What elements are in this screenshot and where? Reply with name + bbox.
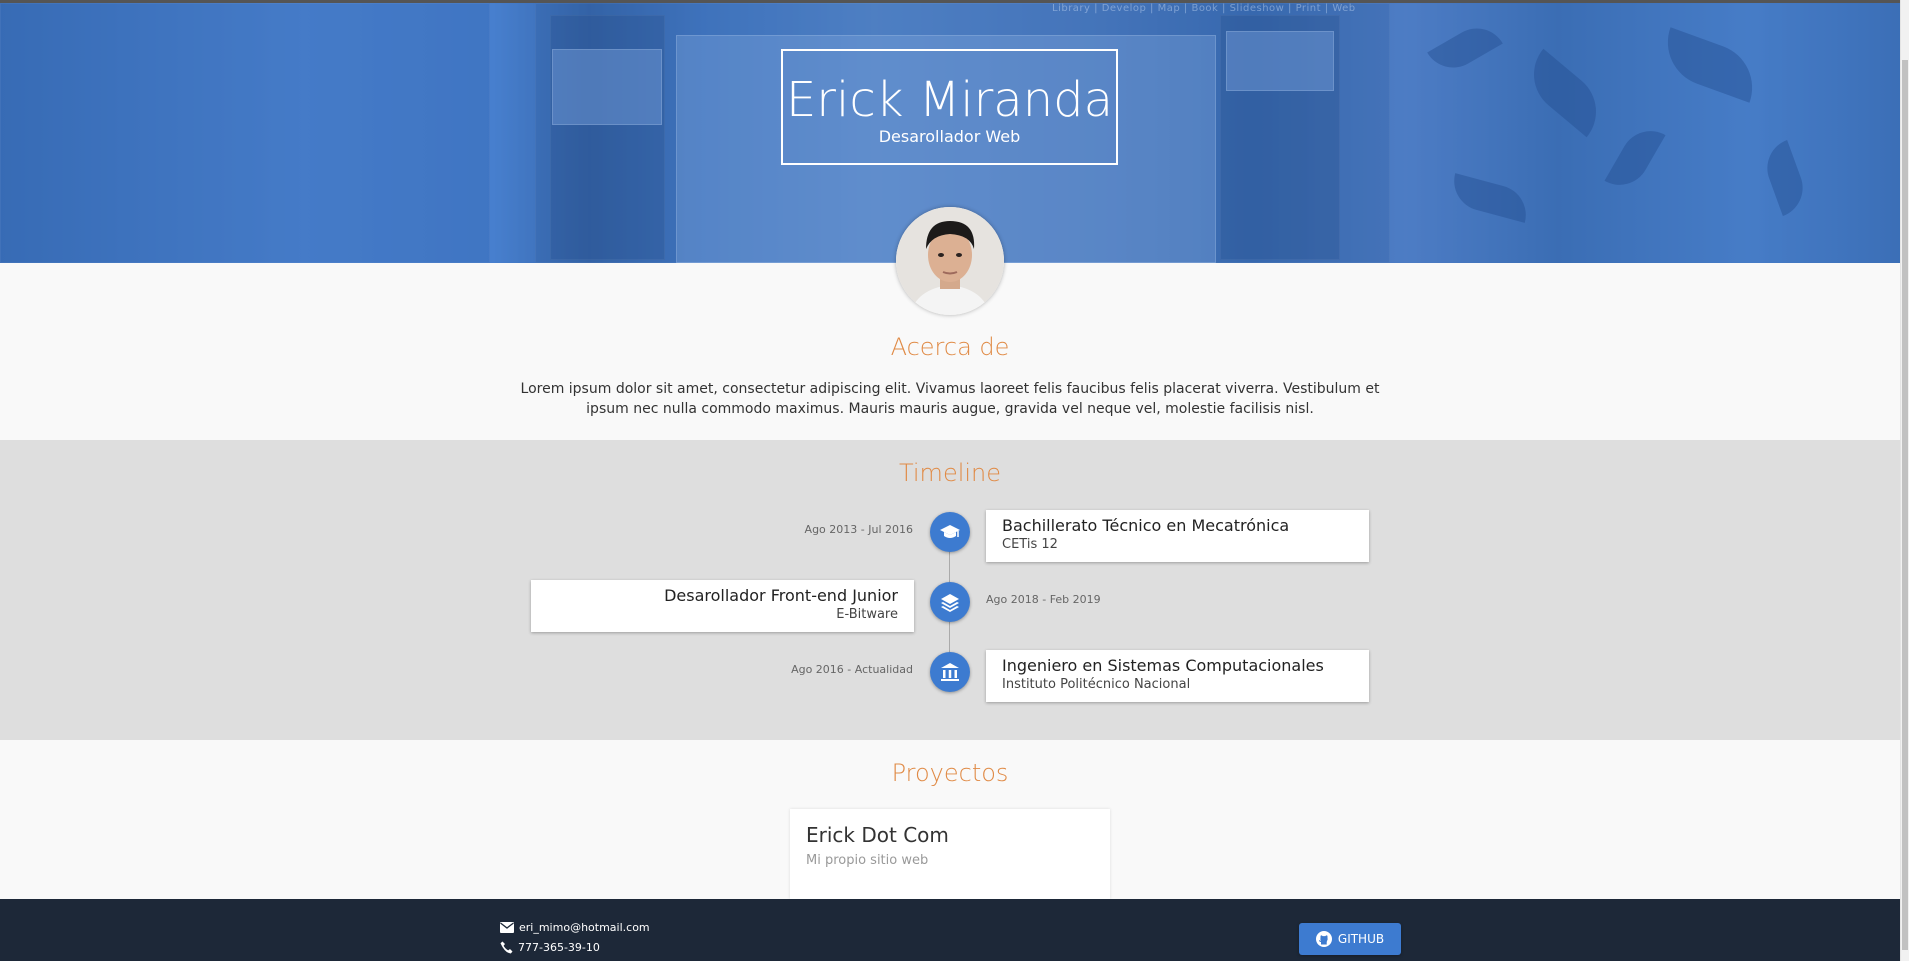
footer-phone[interactable]: 777-365-39-10 — [500, 941, 600, 954]
university-icon — [941, 663, 959, 681]
page-subtitle: Desarollador Web — [878, 127, 1021, 146]
timeline-card: Ingeniero en Sistemas Computacionales In… — [986, 650, 1369, 702]
timeline-heading: Timeline — [898, 459, 1002, 487]
github-button[interactable]: GITHUB — [1299, 923, 1401, 955]
name-title-box: Erick Miranda Desarollador Web — [781, 49, 1118, 165]
about-text: Lorem ipsum dolor sit amet, consectetur … — [520, 381, 1380, 417]
timeline-card-subtitle: CETis 12 — [1002, 537, 1058, 552]
graduation-cap-icon — [940, 525, 960, 538]
timeline-date: Ago 2013 - Jul 2016 — [804, 523, 913, 536]
about-section: Acerca de Lorem ipsum dolor sit amet, co… — [0, 263, 1900, 440]
envelope-icon — [500, 922, 514, 933]
timeline-card: Desarollador Front-end Junior E-Bitware — [531, 580, 914, 632]
timeline-card-subtitle: E-Bitware — [836, 607, 898, 622]
project-name: Erick Dot Com — [806, 823, 949, 847]
timeline-card: Bachillerato Técnico en Mecatrónica CETi… — [986, 510, 1369, 562]
timeline-card-subtitle: Instituto Politécnico Nacional — [1002, 677, 1191, 692]
timeline-marker — [930, 582, 970, 622]
timeline-date: Ago 2018 - Feb 2019 — [986, 593, 1101, 606]
project-description: Mi propio sitio web — [806, 853, 929, 868]
timeline-card-title: Desarollador Front-end Junior — [664, 586, 898, 605]
timeline-marker — [930, 512, 970, 552]
scrollbar-thumb[interactable] — [1902, 60, 1908, 950]
page-scrollbar[interactable] — [1900, 0, 1909, 961]
page-title: Erick Miranda — [785, 72, 1114, 128]
timeline-marker — [930, 652, 970, 692]
phone-icon — [500, 941, 513, 954]
footer: eri_mimo@hotmail.com 777-365-39-10 GITHU… — [0, 899, 1900, 961]
timeline-date: Ago 2016 - Actualidad — [791, 663, 913, 676]
timeline-card-title: Bachillerato Técnico en Mecatrónica — [1002, 516, 1290, 535]
projects-section: Proyectos Erick Dot Com Mi propio sitio … — [0, 740, 1900, 899]
project-card[interactable]: Erick Dot Com Mi propio sitio web — [790, 809, 1110, 899]
layers-icon — [941, 594, 959, 612]
timeline-section: Timeline Ago 2013 - Jul 2016 Bachillerat… — [0, 440, 1900, 740]
phone-text: 777-365-39-10 — [518, 941, 600, 954]
projects-heading: Proyectos — [891, 759, 1009, 787]
github-label: GITHUB — [1337, 932, 1385, 946]
email-text: eri_mimo@hotmail.com — [519, 921, 650, 934]
github-icon — [1315, 931, 1332, 947]
about-heading: Acerca de — [890, 333, 1010, 361]
footer-email[interactable]: eri_mimo@hotmail.com — [500, 921, 650, 934]
timeline-card-title: Ingeniero en Sistemas Computacionales — [1002, 656, 1324, 675]
